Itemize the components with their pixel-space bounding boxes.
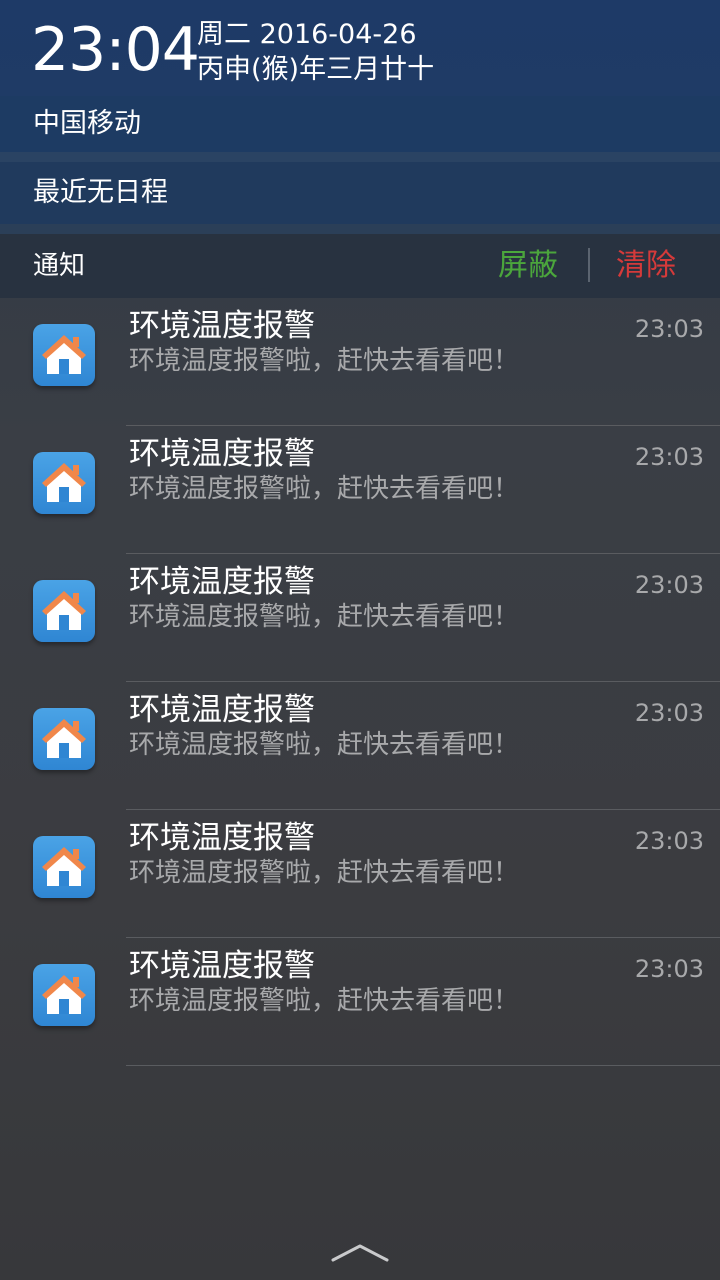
notification-title: 环境温度报警 [129,948,315,984]
notification-time: 23:03 [634,699,704,727]
clock-time[interactable]: 23:04 [31,14,200,86]
notification-title: 环境温度报警 [129,436,315,472]
notification-title: 环境温度报警 [129,564,315,600]
chevron-up-icon[interactable] [330,1240,390,1270]
notifications-header: 通知 屏蔽 清除 [0,234,720,298]
block-button[interactable]: 屏蔽 [498,234,558,298]
notification-item[interactable]: 环境温度报警 环境温度报警啦，赶快去看看吧！ 23:03 [0,682,720,810]
notification-title: 环境温度报警 [129,820,315,856]
notification-item[interactable]: 环境温度报警 环境温度报警啦，赶快去看看吧！ 23:03 [0,426,720,554]
home-icon [33,708,95,770]
notification-title: 环境温度报警 [129,308,315,344]
notification-time: 23:03 [634,571,704,599]
home-icon [33,836,95,898]
home-icon [33,580,95,642]
notifications-title: 通知 [33,251,86,281]
divider [588,248,590,282]
notification-body: 环境温度报警啦，赶快去看看吧！ [129,602,520,632]
notification-item[interactable]: 环境温度报警 环境温度报警啦，赶快去看看吧！ 23:03 [0,298,720,426]
notification-list: 环境温度报警 环境温度报警啦，赶快去看看吧！ 23:03 环境温度报警 环境温度… [0,298,720,1066]
date-text[interactable]: 周二 2016-04-26 [197,18,417,52]
notification-body: 环境温度报警啦，赶快去看看吧！ [129,474,520,504]
divider [0,152,720,162]
notification-time: 23:03 [634,955,704,983]
notification-body: 环境温度报警啦，赶快去看看吧！ [129,858,520,888]
notification-body: 环境温度报警啦，赶快去看看吧！ [129,986,520,1016]
carrier-bar: 中国移动 [0,96,720,152]
notification-time: 23:03 [634,827,704,855]
notification-time: 23:03 [634,443,704,471]
notification-body: 环境温度报警啦，赶快去看看吧！ [129,346,520,376]
lunar-date-text: 丙申(猴)年三月廿十 [197,54,435,85]
home-icon [33,452,95,514]
clear-button[interactable]: 清除 [616,234,676,298]
notification-time: 23:03 [634,315,704,343]
notification-item[interactable]: 环境温度报警 环境温度报警啦，赶快去看看吧！ 23:03 [0,938,720,1066]
notification-title: 环境温度报警 [129,692,315,728]
notification-body: 环境温度报警啦，赶快去看看吧！ [129,730,520,760]
notification-item[interactable]: 环境温度报警 环境温度报警啦，赶快去看看吧！ 23:03 [0,810,720,938]
status-header: 23:04 周二 2016-04-26 丙申(猴)年三月廿十 [0,0,720,96]
divider [0,224,720,234]
home-icon [33,324,95,386]
schedule-bar[interactable]: 最近无日程 [0,162,720,224]
home-icon [33,964,95,1026]
notification-item[interactable]: 环境温度报警 环境温度报警啦，赶快去看看吧！ 23:03 [0,554,720,682]
